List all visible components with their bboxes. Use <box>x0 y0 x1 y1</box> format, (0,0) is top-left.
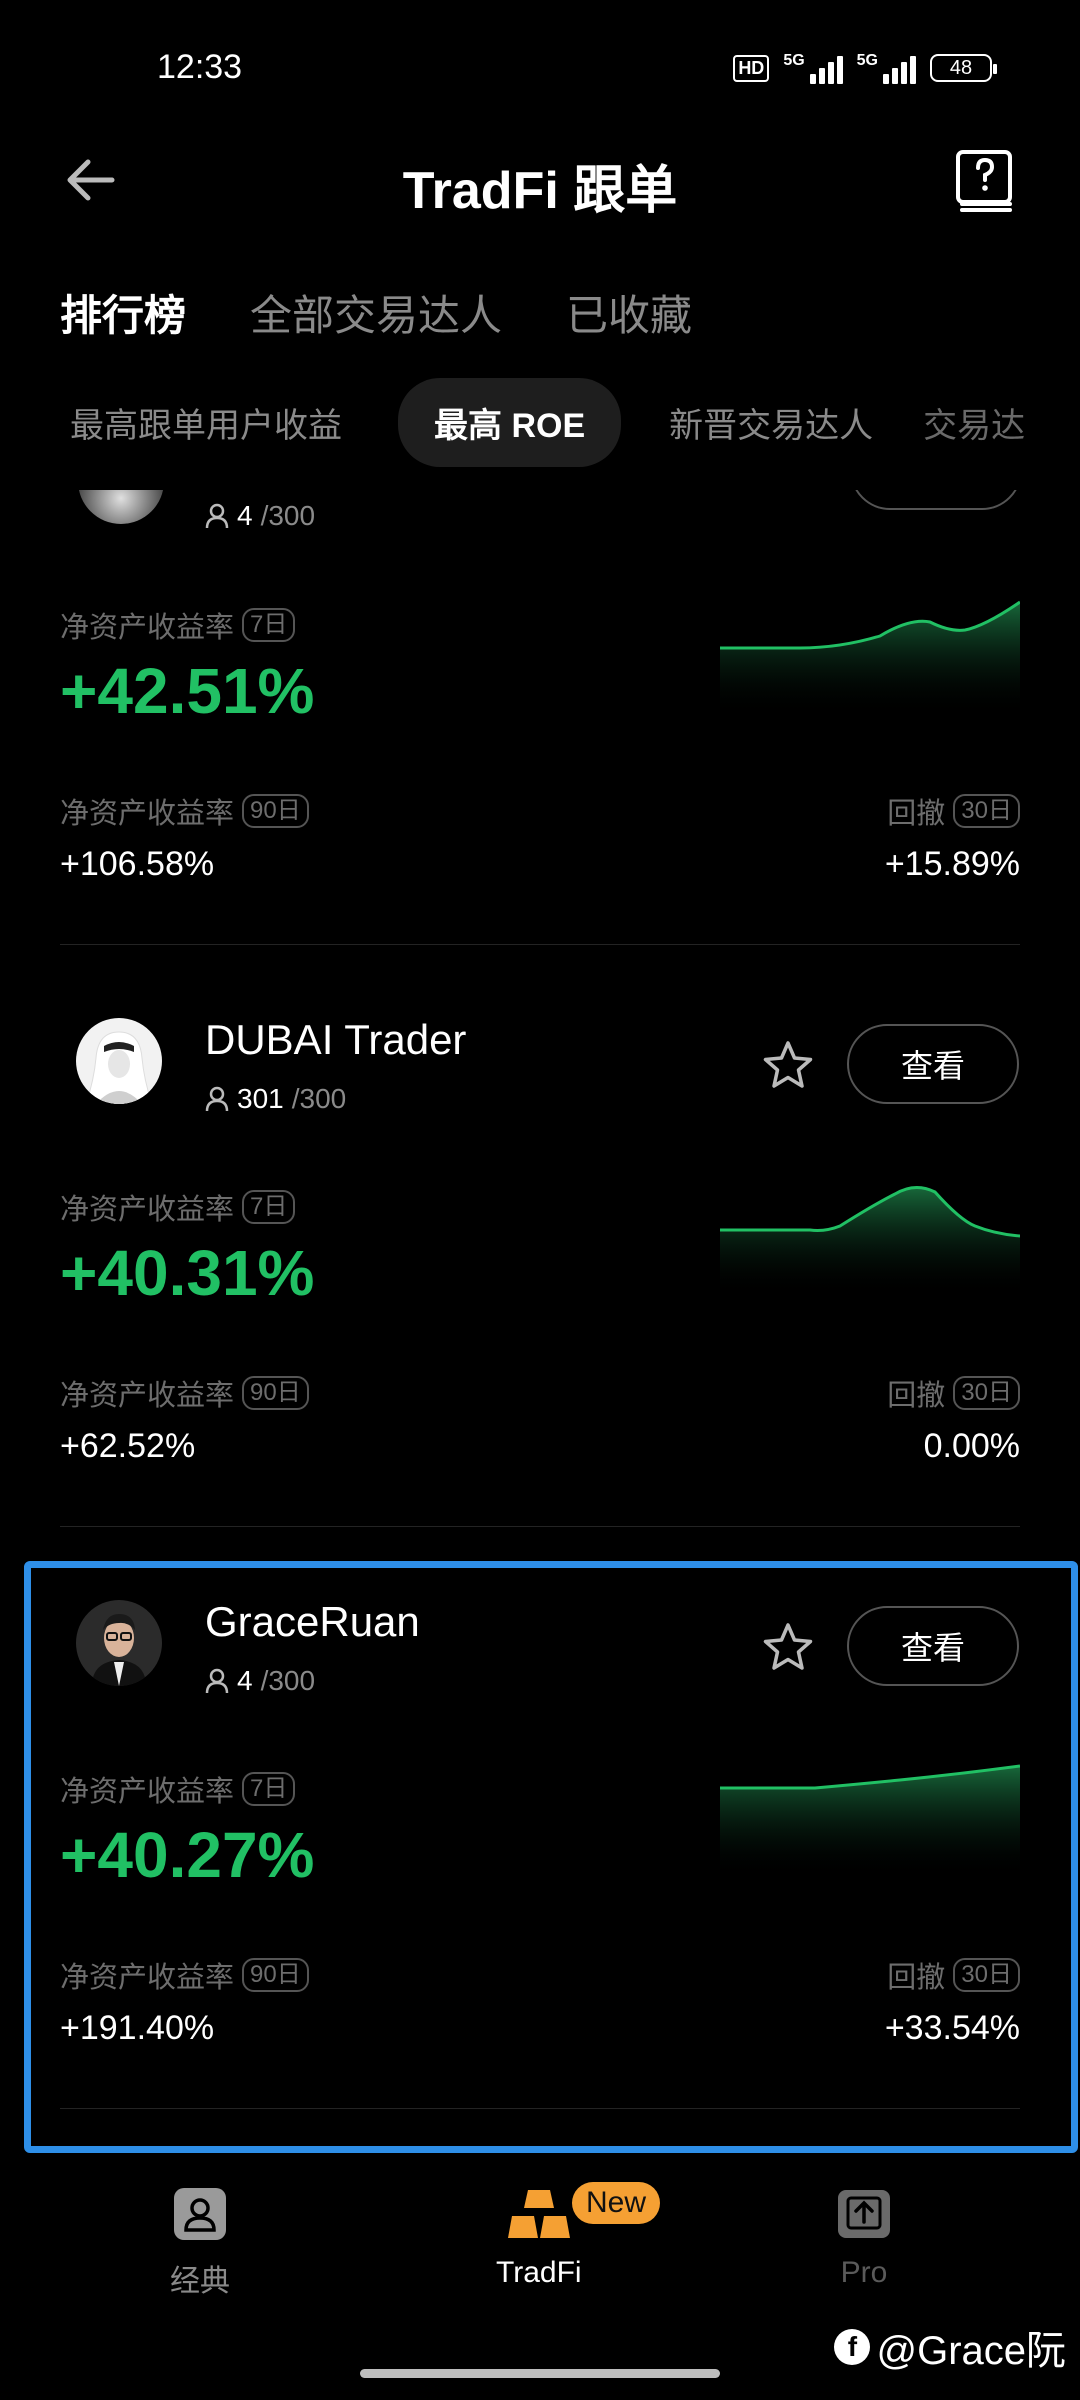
trader-name[interactable]: GraceRuan <box>205 1598 420 1646</box>
watermark: f @Grace阮 <box>834 2318 1066 2376</box>
tab-favorites[interactable]: 已收藏 <box>566 282 692 343</box>
divider <box>60 2108 1020 2109</box>
nav-tradfi[interactable]: TradFi <box>496 2186 582 2290</box>
favorite-star-icon[interactable] <box>760 1620 816 1676</box>
roe-7d-label: 净资产收益率 7日 <box>60 1186 296 1228</box>
roe-sparkline <box>720 1764 1020 1878</box>
drawdown-label: 回撤 30日 <box>887 790 1020 832</box>
subtab-top-roe[interactable]: 最高 ROE <box>398 378 622 467</box>
tab-all-traders[interactable]: 全部交易达人 <box>250 282 502 343</box>
follower-count: 4/300 <box>205 1665 315 1697</box>
roe-7d-value: +42.51% <box>60 655 315 727</box>
subtab-traders-partial[interactable]: 交易达 <box>923 398 1049 447</box>
nav-pro[interactable]: Pro <box>834 2186 894 2290</box>
subtab-new-traders[interactable]: 新晋交易达人 <box>669 398 897 447</box>
drawdown-value: +33.54% <box>884 2009 1020 2047</box>
roe-sparkline <box>720 600 1020 716</box>
battery-icon: 48 <box>930 54 997 82</box>
roe-90d-label: 净资产收益率 90日 <box>60 1372 309 1414</box>
tab-leaderboard[interactable]: 排行榜 <box>60 282 186 343</box>
person-icon <box>205 503 229 529</box>
person-card-icon <box>174 2188 226 2240</box>
avatar <box>76 1018 162 1104</box>
status-time: 12:33 <box>157 48 243 86</box>
roe-7d-label: 净资产收益率 7日 <box>60 604 296 646</box>
roe-7d-value: +40.27% <box>60 1819 315 1891</box>
divider <box>60 1526 1020 1527</box>
roe-90d-label: 净资产收益率 90日 <box>60 790 309 832</box>
gold-bars-icon <box>507 2190 570 2238</box>
main-tabs: 排行榜 全部交易达人 已收藏 <box>60 282 692 343</box>
sub-tabs: 最高跟单用户收益 最高 ROE 新晋交易达人 交易达 <box>70 378 1080 467</box>
home-indicator[interactable] <box>360 2369 720 2378</box>
person-icon <box>205 1668 229 1694</box>
avatar <box>76 1600 162 1686</box>
drawdown-label: 回撤 30日 <box>887 1372 1020 1414</box>
drawdown-value: 0.00% <box>923 1427 1020 1465</box>
avatar <box>78 490 164 524</box>
roe-7d-value: +40.31% <box>60 1237 315 1309</box>
drawdown-value: +15.89% <box>884 845 1020 883</box>
guide-book-icon[interactable] <box>954 148 1016 214</box>
favorite-star-icon[interactable] <box>760 1038 816 1094</box>
page-title: TradFi 跟单 <box>402 162 678 220</box>
view-button[interactable]: 查看 <box>847 1606 1019 1686</box>
trader-card-1-header-clip: 4/300 <box>60 490 1020 550</box>
status-icons: HD 5G 5G 48 <box>733 52 997 84</box>
roe-90d-value: +106.58% <box>60 845 215 883</box>
signal-icon-1: 5G <box>783 52 843 84</box>
signal-icon-2: 5G <box>857 52 916 84</box>
follower-count: 4/300 <box>205 500 315 532</box>
hd-icon: HD <box>733 54 770 82</box>
nav-classic[interactable]: 经典 <box>170 2186 230 2300</box>
follower-count: 301/300 <box>205 1083 346 1115</box>
view-button[interactable] <box>850 490 1020 510</box>
roe-90d-value: +191.40% <box>60 2009 215 2047</box>
trader-name[interactable]: DUBAI Trader <box>205 1016 466 1064</box>
drawdown-label: 回撤 30日 <box>887 1954 1020 1996</box>
person-icon <box>205 1086 229 1112</box>
view-button[interactable]: 查看 <box>847 1024 1019 1104</box>
roe-90d-label: 净资产收益率 90日 <box>60 1954 309 1996</box>
roe-90d-value: +62.52% <box>60 1427 196 1465</box>
subtab-top-follower-profit[interactable]: 最高跟单用户收益 <box>70 398 366 447</box>
divider <box>60 944 1020 945</box>
roe-7d-label: 净资产收益率 7日 <box>60 1768 296 1810</box>
upload-box-icon <box>838 2190 890 2238</box>
facebook-icon: f <box>834 2329 871 2365</box>
new-badge: New <box>572 2182 661 2224</box>
roe-sparkline <box>720 1186 1020 1296</box>
